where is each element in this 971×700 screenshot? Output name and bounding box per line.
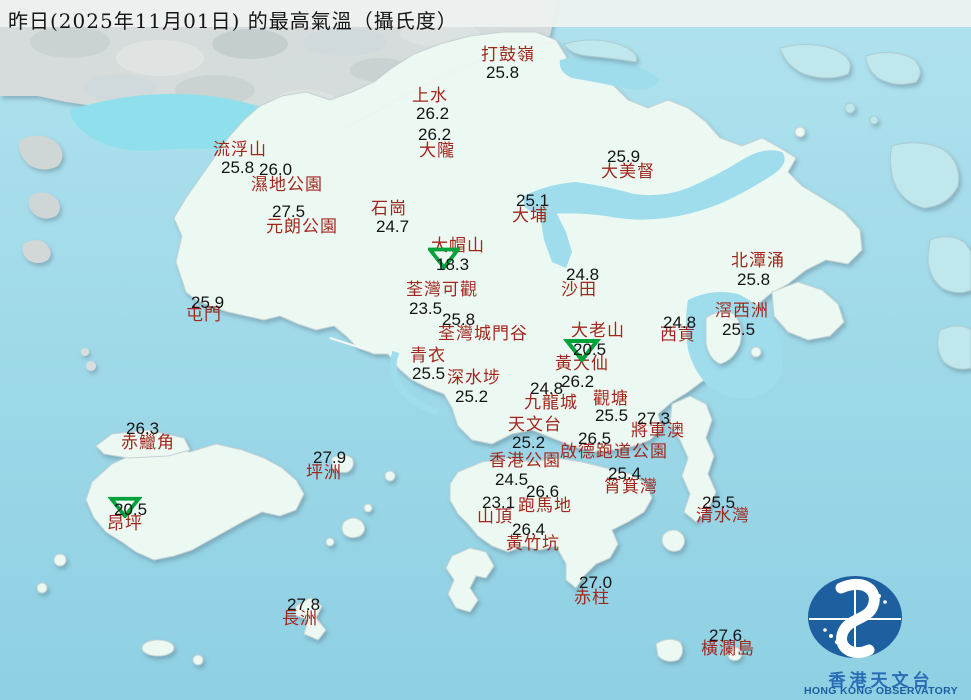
station-name: 赤柱	[574, 588, 610, 608]
station-temperature-value: 26.2	[416, 104, 450, 123]
station-temperature-value: 24.8	[566, 265, 600, 284]
station-temperature-value: 27.8	[287, 595, 321, 614]
station-temperature-value: 20.5	[573, 340, 607, 359]
small-island	[36, 582, 48, 594]
station-temperature-value: 23.5	[409, 299, 443, 318]
station-name: 滘西洲	[715, 301, 769, 321]
station-temperature-value: 24.8	[530, 379, 564, 398]
hko-logo: 香港天文台 HONG KONG OBSERVATORY	[791, 570, 971, 700]
station-name: 石崗	[371, 199, 407, 219]
station-name: 啟德跑道公園	[560, 442, 668, 462]
small-island	[384, 470, 396, 482]
station-temperature-value: 26.2	[561, 372, 595, 391]
station-name: 荃灣可觀	[406, 280, 478, 300]
station-temperature-value: 26.3	[126, 419, 160, 438]
station-temperature-value: 25.5	[702, 493, 736, 512]
tung-lung-chau-island	[661, 529, 686, 552]
station-name: 香港公園	[489, 451, 561, 471]
station-temperature-value: 25.2	[455, 387, 489, 406]
station-name: 元朗公園	[266, 217, 338, 237]
station-temperature-value: 25.8	[442, 310, 476, 329]
station-temperature-value: 25.8	[486, 63, 520, 82]
station-temperature-value: 27.3	[637, 409, 671, 428]
station-name: 流浮山	[213, 140, 267, 160]
station-temperature-value: 25.9	[607, 147, 641, 166]
station-name: 北潭涌	[731, 251, 785, 271]
station-name: 上水	[412, 86, 448, 106]
station-name: 沙田	[561, 280, 597, 300]
station-temperature-value: 26.4	[512, 520, 546, 539]
station-temperature-value: 25.2	[512, 433, 546, 452]
station-temperature-value: 24.8	[663, 313, 697, 332]
small-island	[363, 503, 373, 513]
station-temperature-value: 25.8	[737, 270, 771, 289]
station-temperature-value: 25.9	[191, 293, 225, 312]
station-name: 青衣	[410, 346, 446, 366]
hei-ling-chau-island	[341, 517, 366, 539]
po-toi-island	[655, 638, 684, 662]
station-temperature-value: 25.5	[412, 364, 446, 383]
station-temperature-value: 25.8	[221, 158, 255, 177]
station-name: 深水埗	[447, 368, 501, 388]
station-temperature-value: 26.2	[418, 125, 452, 144]
small-island	[53, 553, 67, 567]
station-name: 大美督	[601, 162, 655, 182]
station-temperature-value: 26.6	[526, 482, 560, 501]
station-temperature-value: 24.5	[495, 470, 529, 489]
station-name: 大埔	[512, 206, 548, 226]
map-title: 昨日(2025年11月01日) 的最高氣溫（攝氏度）	[8, 9, 458, 33]
soko-islands	[141, 639, 175, 657]
station-temperature-value: 25.5	[722, 320, 756, 339]
station-temperature-value: 18.3	[436, 255, 470, 274]
hko-logo-english-text: HONG KONG OBSERVATORY	[804, 685, 958, 697]
station-temperature-value: 20.5	[114, 500, 148, 519]
station-name: 坪洲	[306, 463, 342, 483]
station-name: 天文台	[508, 415, 562, 435]
station-temperature-value: 27.0	[579, 573, 613, 592]
small-island	[325, 537, 335, 547]
shelter-island	[750, 346, 762, 358]
station-name: 濕地公園	[251, 175, 323, 195]
station-temperature-value: 24.7	[376, 217, 410, 236]
station-temperature-value: 26.0	[259, 160, 293, 179]
station-name: 大隴	[419, 141, 455, 161]
station-temperature-value: 25.1	[516, 191, 550, 210]
station-temperature-value: 23.1	[482, 493, 516, 512]
station-temperature-value: 25.5	[595, 406, 629, 425]
station-temperature-value: 27.6	[709, 626, 743, 645]
station-temperature-value: 27.5	[272, 202, 306, 221]
small-island	[192, 654, 204, 666]
tap-mun-island	[794, 126, 806, 138]
station-name: 打鼓嶺	[481, 45, 535, 65]
station-temperature-value: 27.9	[313, 448, 347, 467]
station-temperature-value: 25.4	[608, 464, 642, 483]
station-temperature-value: 26.5	[578, 429, 612, 448]
weather-map-screen: 昨日(2025年11月01日) 的最高氣溫（攝氏度） 打鼓嶺 25.8 上水 26.2…	[0, 0, 971, 700]
